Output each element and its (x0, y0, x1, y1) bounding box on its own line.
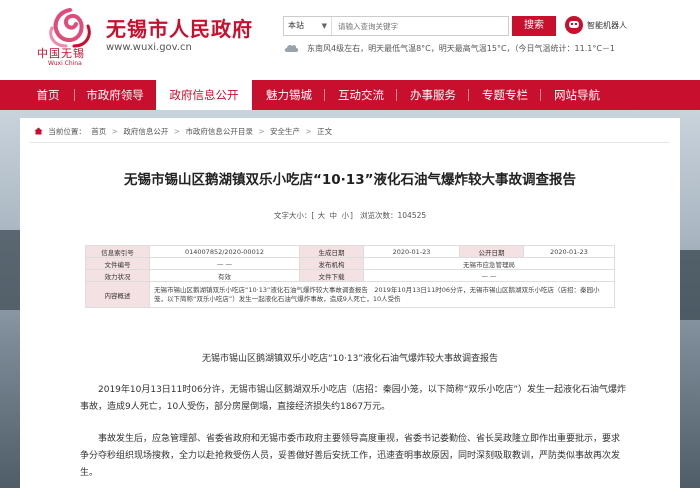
font-size-large-button[interactable]: 大 (318, 211, 326, 220)
nav-divider (324, 89, 325, 101)
article-tools: 文字大小：[ 大 中 小] 浏览次数：104525 (273, 211, 427, 220)
search-input[interactable] (334, 17, 504, 35)
meta-value: 2020-01-23 (523, 245, 615, 258)
meta-value: 014007852/2020-00012 (149, 245, 300, 258)
font-size-small-button[interactable]: 小 (341, 211, 349, 220)
breadcrumb-item-gov-info[interactable]: 政府信息公开 (123, 127, 168, 136)
site-title[interactable]: 无锡市人民政府 (106, 13, 253, 42)
views-label: 浏览次数： (360, 211, 398, 220)
meta-label: 效力状况 (85, 269, 150, 282)
nav-item-services[interactable]: 办事服务 (398, 80, 468, 110)
nav-item-topics[interactable]: 专题专栏 (470, 80, 540, 110)
search-scope-select[interactable]: 本站 ▼ (284, 17, 332, 35)
meta-label: 文件编号 (85, 257, 150, 270)
nav-item-interact[interactable]: 互动交流 (326, 80, 396, 110)
meta-value: 2020-01-23 (363, 245, 460, 258)
cloudy-icon (284, 44, 299, 52)
views-count: 104525 (397, 211, 427, 220)
logo-text: 中国无锡 (37, 47, 85, 60)
robot-icon (565, 16, 583, 34)
article-paragraph: 2019年10月13日11时06分许，无锡市锡山区鹅湖双乐小吃店（店招：秦园小笼… (80, 385, 627, 412)
breadcrumb-divider (30, 142, 670, 143)
font-size-label: 文字大小： (273, 211, 312, 220)
breadcrumb-item-home[interactable]: 首页 (91, 127, 106, 136)
meta-label: 信息索引号 (85, 245, 150, 258)
font-size-medium-button[interactable]: 中 (330, 211, 338, 220)
meta-value: 有效 (149, 269, 300, 282)
nav-item-city[interactable]: 魅力锡城 (254, 80, 324, 110)
nav-divider (74, 89, 75, 101)
search-scope-label: 本站 (288, 21, 304, 30)
nav-item-leaders[interactable]: 市政府领导 (76, 80, 154, 110)
document-heading: 无锡市锡山区鹅湖镇双乐小吃店“10·13”液化石油气爆炸较大事故调查报告 (201, 354, 499, 364)
search-button[interactable]: 搜索 (512, 16, 556, 36)
article-title: 无锡市锡山区鹅湖镇双乐小吃店“10·13”液化石油气爆炸较大事故调查报告 (124, 172, 576, 188)
content-panel: 当前位置： 首页 > 政府信息公开 > 市政府信息公开目录 > 安全生产 > 正… (20, 118, 680, 488)
meta-label: 内容概述 (85, 281, 150, 308)
breadcrumb-item-catalog[interactable]: 市政府信息公开目录 (185, 127, 253, 136)
robot-label: 智能机器人 (587, 21, 627, 30)
site-header: 中国无锡 Wuxi China 无锡市人民政府 www.wuxi.gov.cn … (0, 0, 700, 80)
nav-item-gov-info[interactable]: 政府信息公开 (156, 80, 252, 110)
nav-item-home[interactable]: 首页 (22, 80, 74, 110)
chevron-down-icon: ▼ (321, 22, 327, 30)
main-nav: 首页 市政府领导 政府信息公开 魅力锡城 互动交流 办事服务 专题专栏 网站导航 (0, 80, 700, 110)
meta-label: 文件下载 (299, 269, 364, 282)
breadcrumb-prefix: 当前位置： (48, 127, 86, 136)
site-url: www.wuxi.gov.cn (106, 42, 192, 53)
metadata-table: 信息索引号 014007852/2020-00012 生成日期 2020-01-… (85, 245, 615, 308)
meta-value: — — (363, 269, 615, 282)
weather-text: 东南风4级左右，明天最低气温8°C，明天最高气温15°C，（今日气温统计：11.… (307, 44, 616, 53)
breadcrumb-separator: > (305, 127, 312, 136)
nav-divider (396, 89, 397, 101)
nav-divider (540, 89, 541, 101)
meta-label: 发布机构 (299, 257, 364, 270)
breadcrumb-item-current: 正文 (317, 127, 333, 136)
home-icon (34, 127, 43, 135)
article-paragraph: 事故发生后，应急管理部、省委省政府和无锡市委市政府主要领导高度重视，省委书记娄勤… (80, 434, 621, 478)
nav-item-sitemap[interactable]: 网站导航 (542, 80, 612, 110)
breadcrumb-separator: > (173, 127, 181, 136)
breadcrumb-separator: > (258, 127, 265, 136)
breadcrumb-separator: > (111, 127, 118, 136)
meta-summary: 无锡市锡山区鹅湖镇双乐小吃店“10·13”液化石油气爆炸较大事故调查报告 201… (149, 281, 615, 308)
logo-subtext: Wuxi China (48, 60, 82, 67)
meta-value: — — (149, 257, 300, 270)
nav-divider (468, 89, 469, 101)
breadcrumb-item-safety[interactable]: 安全生产 (270, 127, 300, 136)
meta-label: 公开日期 (459, 245, 524, 258)
search-box: 本站 ▼ (283, 16, 509, 36)
weather-bar: 东南风4级左右，明天最低气温8°C，明天最高气温15°C，（今日气温统计：11.… (283, 42, 700, 56)
meta-label: 生成日期 (299, 245, 364, 258)
meta-value: 无锡市应急管理局 (363, 257, 615, 270)
breadcrumb: 当前位置： 首页 > 政府信息公开 > 市政府信息公开目录 > 安全生产 > 正… (34, 126, 335, 137)
